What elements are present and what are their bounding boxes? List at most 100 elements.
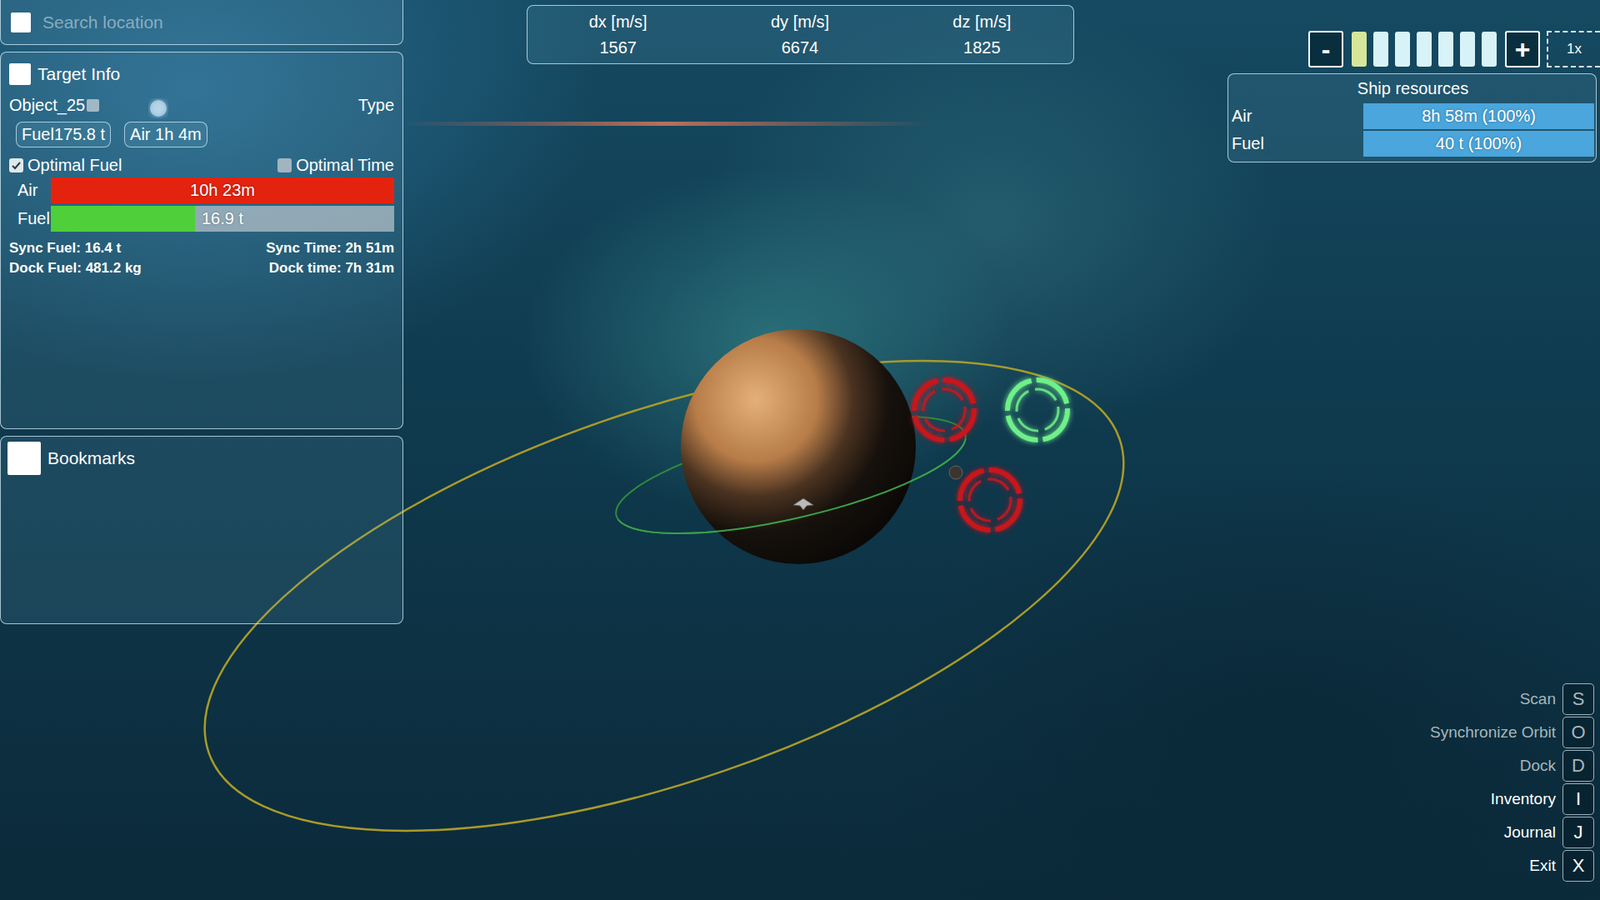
hotkey[interactable]: J: [1562, 816, 1595, 849]
top-right-group: - +1x Ship resources Air 8h 58m (100%) Fuel 40…: [1226, 30, 1600, 163]
search-toggle[interactable]: [10, 12, 31, 33]
action-item[interactable]: Exit X: [1529, 850, 1595, 882]
resource-bar-row: Air 10h 23m: [9, 177, 395, 204]
target-marker[interactable]: [1007, 380, 1068, 440]
speed-segment[interactable]: [1438, 31, 1454, 67]
target-marker[interactable]: [914, 380, 975, 440]
velocity-cell: dz [m/s] 1825: [890, 12, 1073, 58]
action-item[interactable]: Synchronize Orbit O: [1430, 716, 1595, 749]
resource-bar-row: Fuel 16.9 t: [9, 205, 395, 232]
stat: Sync Time: 2h 51m: [201, 240, 395, 257]
resource-row: Air 8h 58m (100%): [1231, 103, 1595, 130]
resource-value: 8h 58m (100%): [1421, 106, 1536, 126]
action-label: Synchronize Orbit: [1430, 723, 1556, 742]
velocity-label: dx [m/s]: [589, 12, 648, 32]
planet[interactable]: [680, 329, 916, 565]
center-column: dx [m/s] 1567 dy [m/s] 6674 dz [m/s] 1825: [403, 0, 1227, 900]
asteroid-icon[interactable]: [949, 465, 963, 480]
bar-label: Fuel: [9, 209, 43, 229]
option-checkbox[interactable]: Optimal Time: [277, 155, 395, 175]
time-control: - +1x: [1308, 30, 1600, 68]
bar-track: 10h 23m: [50, 177, 395, 204]
panel-title: Ship resources: [1231, 79, 1595, 102]
search-bar: [0, 0, 404, 45]
bar-label: Air: [9, 180, 43, 200]
speed-segment[interactable]: [1481, 31, 1497, 67]
badge-row: Fuel175.8 tAir 1h 4m: [9, 121, 395, 148]
action-label: Inventory: [1490, 790, 1556, 809]
velocity-value: 1567: [599, 38, 637, 58]
action-label: Exit: [1529, 856, 1556, 875]
bookmarks-panel: Bookmarks: [0, 435, 404, 625]
target-marker[interactable]: [960, 470, 1020, 530]
option-checkbox[interactable]: Optimal Fuel: [9, 155, 122, 175]
speed-segment[interactable]: [1395, 31, 1410, 67]
velocity-label: dy [m/s]: [770, 12, 830, 32]
ship-icon[interactable]: [793, 498, 814, 510]
object-row: Object_25 Type: [9, 95, 395, 115]
velocity-value: 6674: [781, 38, 820, 58]
hotkey[interactable]: I: [1562, 783, 1595, 815]
hud: Target Info Object_25 Type Fuel175.8 tAir 1…: [0, 0, 1600, 900]
speed-segment[interactable]: [1416, 31, 1432, 67]
bar-value: 10h 23m: [190, 180, 255, 200]
ship-resources-panel: Ship resources Air 8h 58m (100%) Fuel 40 t (…: [1227, 73, 1597, 163]
resource-track: 40 t (100%): [1363, 130, 1595, 157]
checkbox-box[interactable]: [9, 158, 24, 173]
right-column: - +1x Ship resources Air 8h 58m (100%) Fuel 40…: [1226, 0, 1600, 900]
action-item[interactable]: Dock D: [1520, 750, 1595, 782]
speed-segment[interactable]: [1460, 31, 1475, 67]
velocity-cell: dy [m/s] 6674: [709, 12, 891, 58]
velocity-label: dz [m/s]: [952, 12, 1011, 32]
resource-label: Air: [1231, 106, 1364, 126]
stats-grid: Sync Fuel: 16.4 tSync Time: 2h 51m Dock F…: [9, 240, 395, 277]
action-list: ScanSSynchronize OrbitODockDInventoryIJo…: [1226, 683, 1600, 882]
left-column: Target Info Object_25 Type Fuel175.8 tAir 1…: [0, 0, 404, 900]
hotkey[interactable]: X: [1562, 850, 1595, 882]
hotkey[interactable]: D: [1562, 750, 1595, 782]
velocity-panel: dx [m/s] 1567 dy [m/s] 6674 dz [m/s] 1825: [526, 5, 1075, 65]
panel-title: Bookmarks: [47, 448, 135, 469]
collapse-toggle[interactable]: [9, 63, 31, 85]
stat: Sync Fuel: 16.4 t: [9, 240, 202, 257]
speed-segment[interactable]: [1373, 31, 1389, 67]
object-name: Object_25: [9, 95, 100, 115]
resource-track: 8h 58m (100%): [1363, 103, 1595, 130]
hotkey[interactable]: S: [1562, 683, 1595, 715]
bar-track: 16.9 t: [50, 205, 395, 232]
options-row: Optimal Fuel Optimal Time: [9, 155, 395, 175]
target-info-panel: Target Info Object_25 Type Fuel175.8 tAir 1…: [0, 51, 404, 430]
slower-button[interactable]: -: [1308, 30, 1344, 68]
velocity-value: 1825: [963, 38, 1001, 58]
action-label: Scan: [1520, 690, 1556, 709]
bar-fill: [50, 205, 195, 232]
type-label: Type: [358, 95, 395, 115]
collapse-toggle[interactable]: [7, 441, 41, 475]
velocity-cell: dx [m/s] 1567: [527, 12, 710, 58]
panel-header: Bookmarks: [7, 441, 396, 475]
stat: Dock time: 7h 31m: [201, 260, 395, 277]
hotkey[interactable]: O: [1562, 716, 1595, 749]
stat: Dock Fuel: 481.2 kg: [9, 260, 202, 277]
action-label: Dock: [1520, 756, 1556, 775]
speed-segments: [1350, 31, 1499, 67]
ship-orbit: [606, 392, 975, 558]
flare-streak: [400, 121, 934, 126]
action-item[interactable]: Scan S: [1520, 683, 1595, 715]
search-input[interactable]: [40, 11, 393, 34]
checkbox-box[interactable]: [277, 158, 292, 173]
resource-label: Fuel: [1231, 134, 1364, 154]
faster-button[interactable]: +: [1505, 30, 1540, 68]
action-label: Journal: [1504, 823, 1556, 842]
resource-badge: Air 1h 4m: [124, 121, 208, 148]
resource-row: Fuel 40 t (100%): [1231, 130, 1595, 157]
speed-readout: 1x: [1546, 30, 1600, 68]
resource-value: 40 t (100%): [1435, 134, 1522, 154]
object-checkbox[interactable]: [86, 99, 100, 112]
speed-segment[interactable]: [1351, 31, 1367, 67]
action-item[interactable]: Journal J: [1504, 816, 1595, 849]
panel-title: Target Info: [37, 64, 120, 85]
action-item[interactable]: Inventory I: [1490, 783, 1595, 815]
check-icon: [10, 160, 22, 171]
game-screen: Target Info Object_25 Type Fuel175.8 tAir 1…: [0, 0, 1600, 900]
